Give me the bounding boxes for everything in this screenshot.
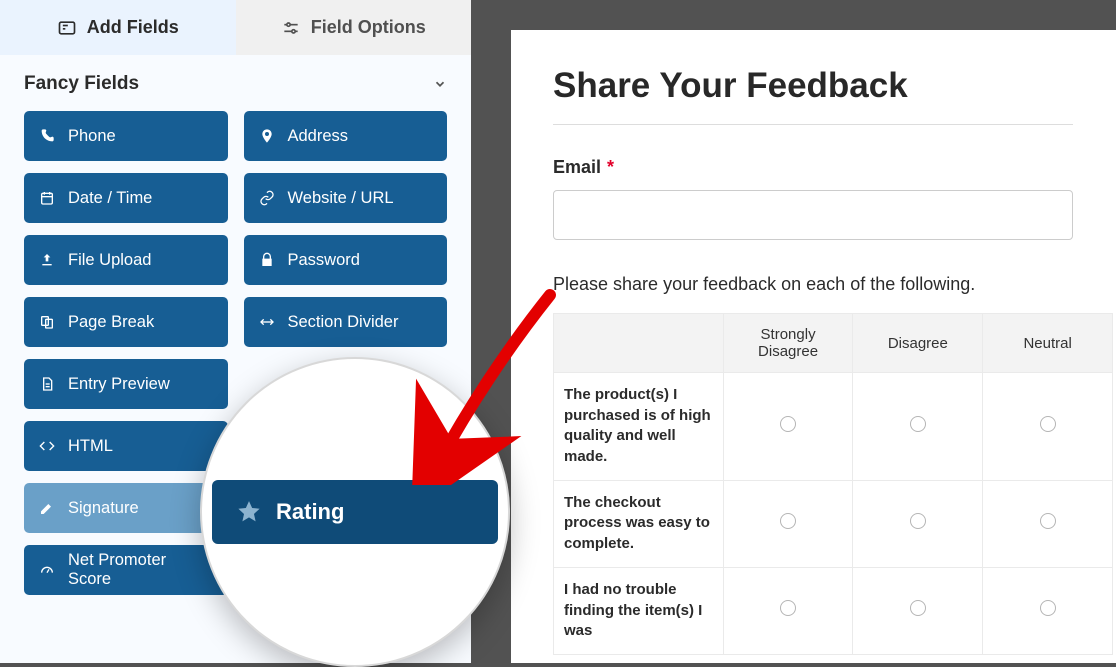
table-row: I had no trouble finding the item(s) I w…: [554, 567, 1113, 654]
sliders-icon: [281, 18, 301, 38]
email-label: Email *: [553, 157, 1116, 178]
phone-icon: [38, 127, 56, 145]
matrix-prompt: Please share your feedback on each of th…: [553, 274, 1116, 295]
code-icon: [38, 437, 56, 455]
matrix-col-header: Strongly Disagree: [723, 314, 853, 373]
row-label: The checkout process was easy to complet…: [554, 480, 724, 567]
chevron-down-icon: [433, 77, 447, 91]
pencil-icon: [38, 499, 56, 517]
field-label: Page Break: [68, 313, 154, 332]
link-icon: [258, 189, 276, 207]
star-icon: [236, 499, 262, 525]
field-rating[interactable]: Rating: [212, 480, 498, 544]
field-label: Net Promoter Score: [68, 551, 214, 589]
field-label: HTML: [68, 437, 113, 456]
field-label: Phone: [68, 127, 116, 146]
section-title: Fancy Fields: [24, 73, 139, 95]
preview-panel: Share Your Feedback Email * Please share…: [471, 0, 1116, 663]
field-label: Address: [288, 127, 349, 146]
field-label: Date / Time: [68, 189, 152, 208]
row-label: I had no trouble finding the item(s) I w…: [554, 567, 724, 654]
field-label: Rating: [276, 499, 344, 525]
tab-label: Add Fields: [87, 17, 179, 38]
field-label: Section Divider: [288, 313, 399, 332]
field-phone[interactable]: Phone: [24, 111, 228, 161]
field-password[interactable]: Password: [244, 235, 448, 285]
tab-label: Field Options: [311, 17, 426, 38]
lock-icon: [258, 251, 276, 269]
page-title: Share Your Feedback: [553, 66, 1116, 106]
table-row: The checkout process was easy to complet…: [554, 480, 1113, 567]
field-html[interactable]: HTML: [24, 421, 228, 471]
form-preview: Share Your Feedback Email * Please share…: [511, 30, 1116, 663]
form-icon: [57, 18, 77, 38]
zoom-highlight: Rating: [200, 357, 510, 667]
tab-field-options[interactable]: Field Options: [236, 0, 472, 55]
upload-icon: [38, 251, 56, 269]
field-section[interactable]: Section Divider: [244, 297, 448, 347]
divider: [553, 124, 1073, 125]
field-label: File Upload: [68, 251, 151, 270]
calendar-icon: [38, 189, 56, 207]
matrix-col-header: Disagree: [853, 314, 983, 373]
divider-icon: [258, 313, 276, 331]
email-field[interactable]: [553, 190, 1073, 240]
document-icon: [38, 375, 56, 393]
field-label: Website / URL: [288, 189, 394, 208]
radio-option[interactable]: [780, 513, 796, 529]
field-website[interactable]: Website / URL: [244, 173, 448, 223]
gauge-icon: [38, 561, 56, 579]
matrix-col-header: Neutral: [983, 314, 1113, 373]
radio-option[interactable]: [910, 600, 926, 616]
tab-add-fields[interactable]: Add Fields: [0, 0, 236, 55]
field-datetime[interactable]: Date / Time: [24, 173, 228, 223]
field-label: Signature: [68, 499, 139, 518]
radio-option[interactable]: [910, 513, 926, 529]
field-upload[interactable]: File Upload: [24, 235, 228, 285]
radio-option[interactable]: [1040, 416, 1056, 432]
field-nps[interactable]: Net Promoter Score: [24, 545, 228, 595]
section-toggle[interactable]: Fancy Fields: [0, 55, 471, 111]
field-address[interactable]: Address: [244, 111, 448, 161]
field-entry-preview[interactable]: Entry Preview: [24, 359, 228, 409]
matrix-corner: [554, 314, 724, 373]
required-mark: *: [607, 157, 614, 178]
field-signature[interactable]: Signature: [24, 483, 228, 533]
field-label: Entry Preview: [68, 375, 170, 394]
tab-row: Add Fields Field Options: [0, 0, 471, 55]
row-label: The product(s) I purchased is of high qu…: [554, 373, 724, 481]
radio-option[interactable]: [780, 416, 796, 432]
field-pagebreak[interactable]: Page Break: [24, 297, 228, 347]
pin-icon: [258, 127, 276, 145]
radio-option[interactable]: [1040, 600, 1056, 616]
pages-icon: [38, 313, 56, 331]
radio-option[interactable]: [1040, 513, 1056, 529]
radio-option[interactable]: [780, 600, 796, 616]
field-label: Password: [288, 251, 360, 270]
table-row: The product(s) I purchased is of high qu…: [554, 373, 1113, 481]
feedback-matrix: Strongly Disagree Disagree Neutral The p…: [553, 313, 1113, 655]
radio-option[interactable]: [910, 416, 926, 432]
